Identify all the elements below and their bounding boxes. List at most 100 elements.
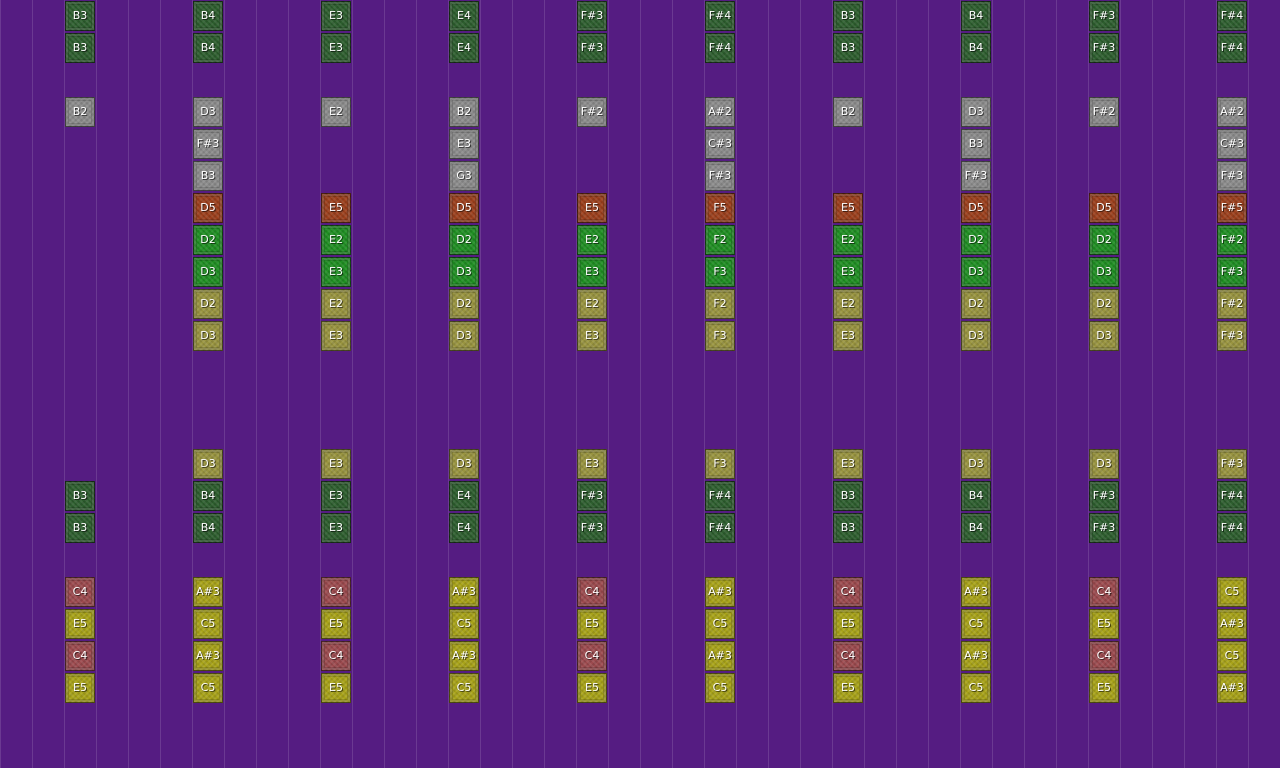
note-block[interactable]: F#3 <box>577 1 607 31</box>
note-block[interactable]: E5 <box>321 193 351 223</box>
note-block[interactable]: F#2 <box>577 97 607 127</box>
note-block[interactable]: E3 <box>321 257 351 287</box>
note-block[interactable]: F#3 <box>193 129 223 159</box>
note-block[interactable]: C5 <box>193 673 223 703</box>
note-block[interactable]: B2 <box>449 97 479 127</box>
note-block[interactable]: C5 <box>1217 641 1247 671</box>
note-block[interactable]: E5 <box>833 673 863 703</box>
note-block[interactable]: C#3 <box>705 129 735 159</box>
note-block[interactable]: C4 <box>577 577 607 607</box>
note-block[interactable]: D3 <box>193 321 223 351</box>
note-block[interactable]: E3 <box>321 449 351 479</box>
note-block[interactable]: F2 <box>705 225 735 255</box>
note-block[interactable]: D3 <box>449 321 479 351</box>
note-block[interactable]: E4 <box>449 1 479 31</box>
note-block[interactable]: B3 <box>833 33 863 63</box>
note-block[interactable]: B4 <box>193 33 223 63</box>
note-block[interactable]: D3 <box>1089 257 1119 287</box>
note-block[interactable]: G3 <box>449 161 479 191</box>
note-block[interactable]: B4 <box>961 1 991 31</box>
note-block[interactable]: F3 <box>705 257 735 287</box>
note-block[interactable]: D2 <box>193 225 223 255</box>
note-block[interactable]: C4 <box>65 641 95 671</box>
note-block[interactable]: C5 <box>961 673 991 703</box>
note-block[interactable]: D2 <box>1089 289 1119 319</box>
note-block[interactable]: E3 <box>321 513 351 543</box>
note-block[interactable]: C4 <box>321 577 351 607</box>
note-block[interactable]: D3 <box>1089 321 1119 351</box>
note-block[interactable]: A#2 <box>705 97 735 127</box>
note-block[interactable]: B2 <box>833 97 863 127</box>
note-block[interactable]: B4 <box>961 481 991 511</box>
note-block[interactable]: F#3 <box>1217 321 1247 351</box>
note-block[interactable]: E4 <box>449 481 479 511</box>
note-block[interactable]: D5 <box>193 193 223 223</box>
note-block[interactable]: F#3 <box>1089 513 1119 543</box>
note-block[interactable]: E5 <box>577 673 607 703</box>
note-block[interactable]: E3 <box>577 257 607 287</box>
note-block[interactable]: E5 <box>833 193 863 223</box>
note-block[interactable]: C5 <box>705 609 735 639</box>
note-block[interactable]: D3 <box>193 449 223 479</box>
note-block[interactable]: C5 <box>961 609 991 639</box>
note-block[interactable]: F2 <box>705 289 735 319</box>
note-block[interactable]: B3 <box>65 513 95 543</box>
note-block[interactable]: F#4 <box>1217 1 1247 31</box>
note-block[interactable]: E5 <box>321 673 351 703</box>
note-block[interactable]: C5 <box>449 673 479 703</box>
note-block[interactable]: F#3 <box>1217 449 1247 479</box>
note-block[interactable]: D2 <box>449 289 479 319</box>
note-block[interactable]: F#4 <box>1217 33 1247 63</box>
note-block[interactable]: A#3 <box>705 577 735 607</box>
note-block[interactable]: D3 <box>961 97 991 127</box>
note-block[interactable]: A#3 <box>449 577 479 607</box>
note-block[interactable]: C5 <box>705 673 735 703</box>
note-block[interactable]: D3 <box>449 257 479 287</box>
note-block[interactable]: C4 <box>321 641 351 671</box>
note-block[interactable]: E5 <box>65 673 95 703</box>
note-block[interactable]: C4 <box>1089 641 1119 671</box>
note-block[interactable]: E3 <box>577 449 607 479</box>
note-block[interactable]: F#4 <box>705 1 735 31</box>
note-block[interactable]: A#3 <box>193 577 223 607</box>
note-block[interactable]: B2 <box>65 97 95 127</box>
note-block[interactable]: B3 <box>65 481 95 511</box>
note-block[interactable]: F#4 <box>705 481 735 511</box>
note-block[interactable]: F#2 <box>1217 289 1247 319</box>
note-block[interactable]: B4 <box>193 513 223 543</box>
note-block[interactable]: E5 <box>321 609 351 639</box>
note-block[interactable]: E3 <box>321 481 351 511</box>
note-block[interactable]: B4 <box>961 33 991 63</box>
note-block[interactable]: F#3 <box>1217 161 1247 191</box>
note-block[interactable]: D3 <box>961 257 991 287</box>
note-block[interactable]: E3 <box>833 449 863 479</box>
note-block[interactable]: F#4 <box>1217 481 1247 511</box>
note-block[interactable]: C4 <box>65 577 95 607</box>
note-block[interactable]: E5 <box>577 193 607 223</box>
note-block[interactable]: D2 <box>193 289 223 319</box>
note-block[interactable]: E5 <box>577 609 607 639</box>
note-block[interactable]: B3 <box>961 129 991 159</box>
note-block[interactable]: D3 <box>193 97 223 127</box>
note-block[interactable]: E5 <box>833 609 863 639</box>
note-block[interactable]: A#3 <box>1217 673 1247 703</box>
note-block[interactable]: B4 <box>961 513 991 543</box>
note-block[interactable]: C#3 <box>1217 129 1247 159</box>
note-block[interactable]: E4 <box>449 513 479 543</box>
note-block[interactable]: B3 <box>833 1 863 31</box>
note-block[interactable]: D3 <box>193 257 223 287</box>
note-block[interactable]: E3 <box>321 33 351 63</box>
note-block[interactable]: A#3 <box>449 641 479 671</box>
note-block[interactable]: F5 <box>705 193 735 223</box>
note-block[interactable]: E5 <box>1089 609 1119 639</box>
note-block[interactable]: D5 <box>449 193 479 223</box>
note-block[interactable]: E3 <box>577 321 607 351</box>
note-block[interactable]: E2 <box>577 225 607 255</box>
note-block[interactable]: F#4 <box>705 513 735 543</box>
note-block[interactable]: E3 <box>321 1 351 31</box>
note-block[interactable]: B3 <box>833 481 863 511</box>
note-block[interactable]: D2 <box>449 225 479 255</box>
note-block[interactable]: E4 <box>449 33 479 63</box>
note-block[interactable]: E3 <box>833 257 863 287</box>
note-block[interactable]: F#3 <box>1089 481 1119 511</box>
